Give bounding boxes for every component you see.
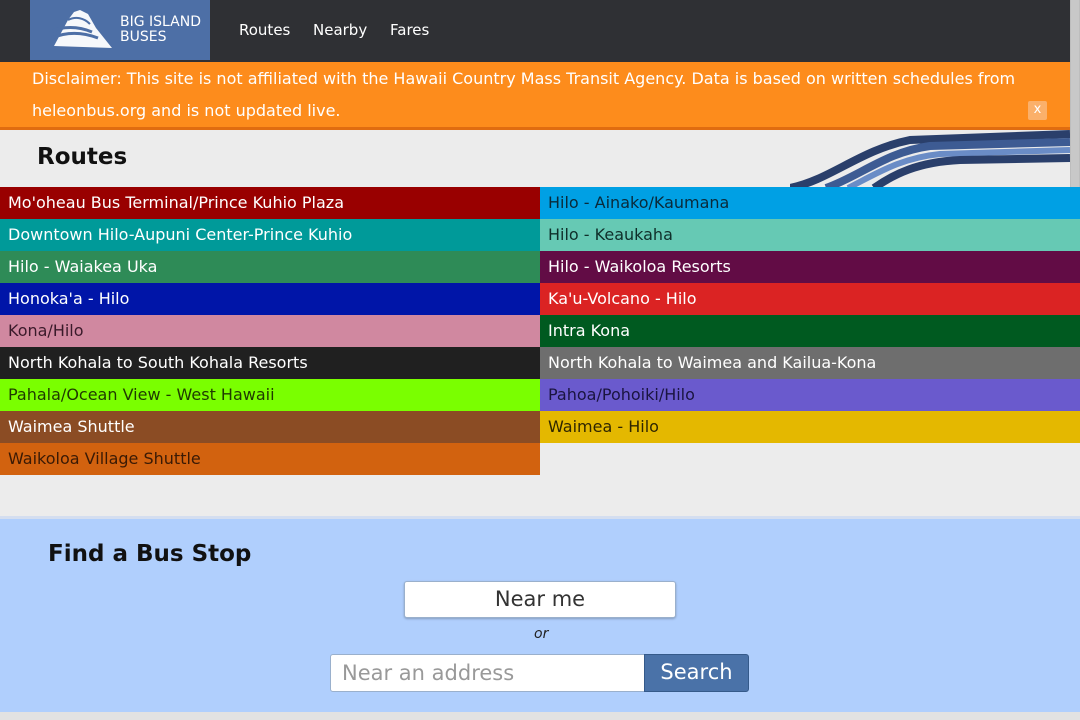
route-item[interactable]: Hilo - Keaukaha [540, 219, 1080, 251]
or-separator: or [534, 626, 549, 642]
route-item[interactable]: Waimea Shuttle [0, 411, 540, 443]
route-item[interactable]: Ka'u-Volcano - Hilo [540, 283, 1080, 315]
route-item[interactable]: Hilo - Waiakea Uka [0, 251, 540, 283]
nav-link-nearby[interactable]: Nearby [313, 21, 367, 39]
route-item[interactable]: Hilo - Ainako/Kaumana [540, 187, 1080, 219]
address-search-input[interactable] [330, 654, 646, 692]
brand-name: BIG ISLAND BUSES [120, 15, 201, 45]
find-bus-stop-section: Find a Bus Stop Near me or Search [0, 516, 1080, 712]
nav-link-fares[interactable]: Fares [390, 21, 429, 39]
nav-link-routes[interactable]: Routes [239, 21, 290, 39]
route-item[interactable]: Honoka'a - Hilo [0, 283, 540, 315]
near-me-button[interactable]: Near me [404, 581, 676, 618]
route-item[interactable]: Pahoa/Pohoiki/Hilo [540, 379, 1080, 411]
route-item[interactable]: Pahala/Ocean View - West Hawaii [0, 379, 540, 411]
route-item[interactable]: Downtown Hilo-Aupuni Center-Prince Kuhio [0, 219, 540, 251]
route-item[interactable]: North Kohala to South Kohala Resorts [0, 347, 540, 379]
search-button[interactable]: Search [644, 654, 749, 692]
disclaimer-close-button[interactable]: x [1028, 101, 1047, 120]
footer-strip [0, 712, 1080, 720]
route-item[interactable]: Hilo - Waikoloa Resorts [540, 251, 1080, 283]
route-item[interactable]: North Kohala to Waimea and Kailua-Kona [540, 347, 1080, 379]
route-item[interactable]: Intra Kona [540, 315, 1080, 347]
brand-line-2: BUSES [120, 29, 167, 45]
disclaimer-banner: Disclaimer: This site is not affiliated … [0, 62, 1070, 130]
route-item[interactable]: Waikoloa Village Shuttle [0, 443, 540, 475]
disclaimer-text: Disclaimer: This site is not affiliated … [32, 69, 1016, 120]
brand-line-1: BIG ISLAND [120, 14, 201, 30]
top-navbar: BIG ISLAND BUSES Routes Nearby Fares [0, 0, 1080, 62]
route-item[interactable]: Mo'oheau Bus Terminal/Prince Kuhio Plaza [0, 187, 540, 219]
route-lines-decoration [790, 130, 1070, 188]
route-item[interactable]: Kona/Hilo [0, 315, 540, 347]
brand-logo-link[interactable]: BIG ISLAND BUSES [30, 0, 210, 60]
volcano-logo-icon [49, 10, 112, 48]
route-item[interactable]: Waimea - Hilo [540, 411, 1080, 443]
routes-heading: Routes [37, 144, 128, 170]
find-bus-stop-heading: Find a Bus Stop [48, 541, 252, 567]
